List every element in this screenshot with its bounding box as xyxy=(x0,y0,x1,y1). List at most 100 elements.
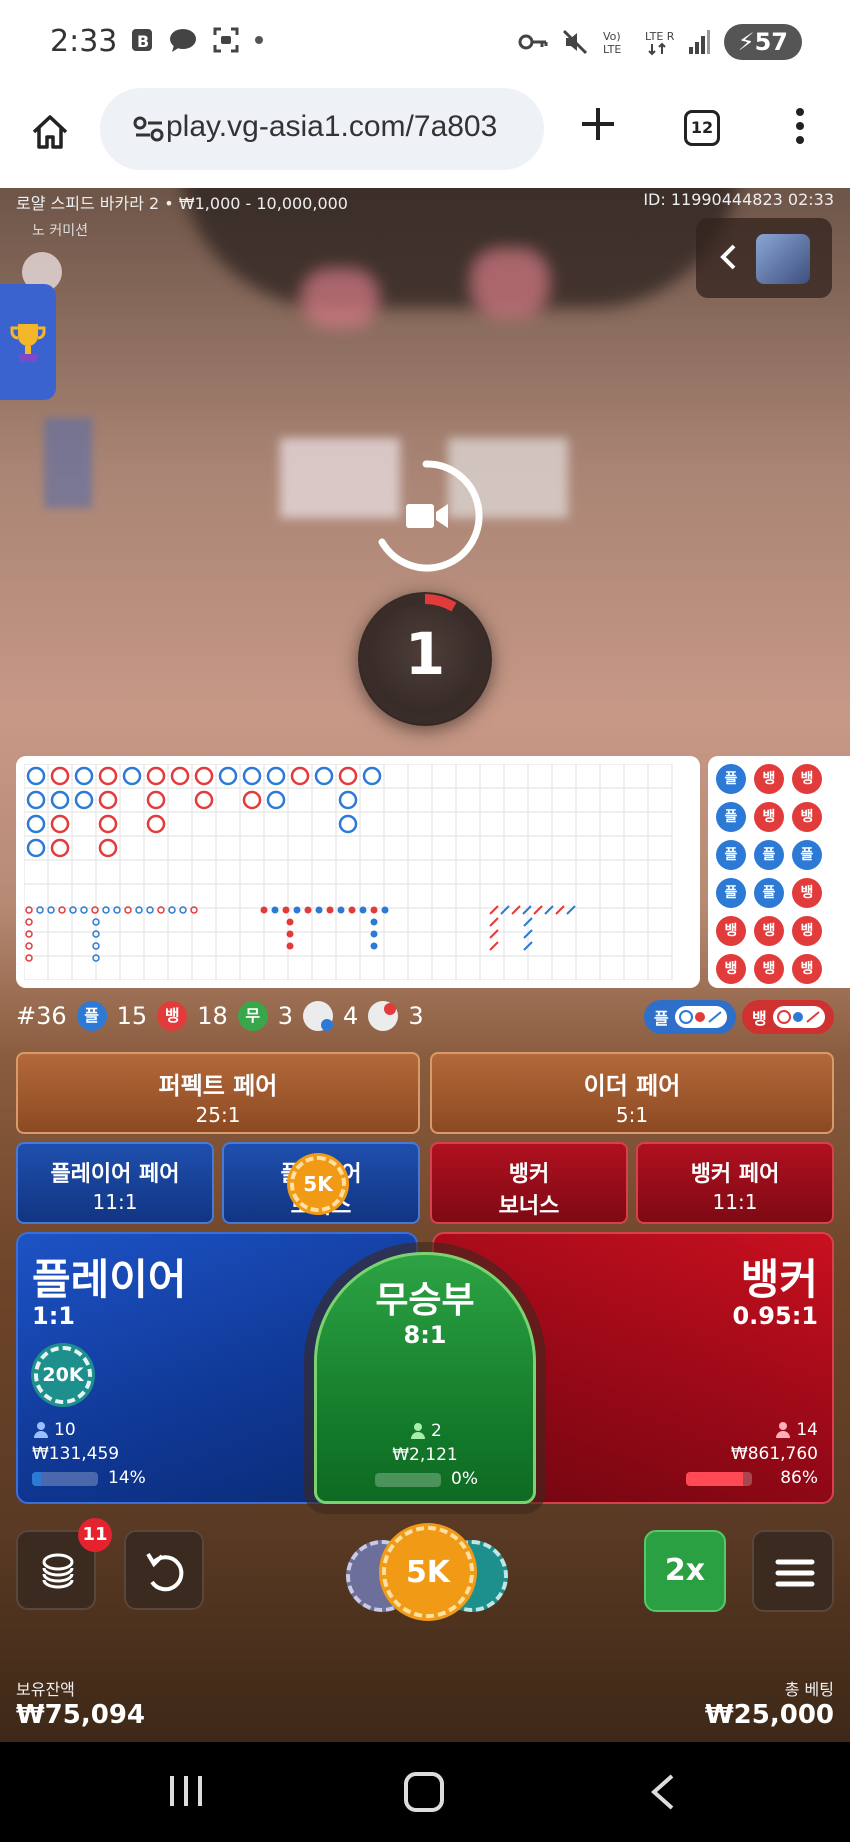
banker-wins-badge: 뱅 xyxy=(157,1001,188,1031)
table-thumbnail[interactable] xyxy=(756,234,810,284)
big-road-mark xyxy=(98,838,118,858)
bet-share-bar xyxy=(375,1473,441,1487)
derived-road-mark xyxy=(500,905,510,915)
bettor-count: 2 xyxy=(411,1421,442,1441)
big-road-mark xyxy=(146,814,166,834)
table-switcher[interactable] xyxy=(696,218,832,298)
recent-apps-icon[interactable] xyxy=(168,1774,204,1808)
leaderboard-tab[interactable] xyxy=(0,284,56,400)
bet-odds: 0.95:1 xyxy=(732,1302,818,1330)
bead-road-scoreboard[interactable]: 플플플플뱅뱅뱅뱅플플뱅뱅뱅뱅플뱅뱅뱅 xyxy=(708,756,850,988)
bet-odds: 11:1 xyxy=(712,1190,758,1214)
bet-odds: 25:1 xyxy=(195,1103,241,1127)
chevron-left-icon xyxy=(720,244,736,270)
placed-chip: 5K xyxy=(290,1156,346,1212)
big-road-scoreboard[interactable] xyxy=(16,756,700,988)
bead-result: 플 xyxy=(754,840,784,870)
svg-text:B: B xyxy=(137,32,149,51)
tab-switcher-button[interactable]: 12 xyxy=(684,110,720,146)
bead-result: 뱅 xyxy=(754,802,784,832)
predict-player-button[interactable]: 플 xyxy=(644,1000,736,1034)
status-notification-icons: B xyxy=(130,26,264,54)
either-pair-bet[interactable]: 이더 페어 5:1 xyxy=(430,1052,834,1134)
bead-result: 뱅 xyxy=(792,916,822,946)
status-bar: 2:33 B Vo) LTE LTE R ⚡57 xyxy=(0,0,850,88)
double-bet-button[interactable]: 2x xyxy=(644,1530,726,1612)
derived-road-mark xyxy=(286,942,294,950)
baccarat-game: 로얄 스피드 바카라 2 • ₩1,000 - 10,000,000 노 커미션… xyxy=(0,188,850,1742)
derived-road-mark xyxy=(293,906,301,914)
more-options-icon[interactable] xyxy=(790,106,810,146)
bettor-count-value: 10 xyxy=(54,1420,76,1440)
bet-odds: 5:1 xyxy=(615,1103,649,1127)
derived-road-mark xyxy=(370,930,378,938)
tie-bet[interactable]: 무승부 8:1 2 ₩2,121 0% xyxy=(314,1252,536,1504)
dot-icon xyxy=(255,36,263,44)
player-pair-icon xyxy=(303,1001,334,1031)
derived-road-mark xyxy=(522,905,532,915)
player-bonus-bet[interactable]: 플레이어 보너스 5K xyxy=(222,1142,420,1224)
bet-label: 플레이어 xyxy=(32,1255,187,1304)
derived-road-mark xyxy=(260,906,268,914)
banker-pair-bet[interactable]: 뱅커 페어 11:1 xyxy=(636,1142,834,1224)
bead-result: 뱅 xyxy=(754,764,784,794)
b-app-icon: B xyxy=(132,29,152,51)
bead-result: 플 xyxy=(716,802,746,832)
address-bar[interactable]: play.vg-asia1.com/7a803 xyxy=(100,88,544,170)
big-road-mark xyxy=(146,790,166,810)
derived-road-mark xyxy=(25,918,33,926)
big-road-mark xyxy=(338,790,358,810)
big-road-mark xyxy=(290,766,310,786)
banker-bonus-bet[interactable]: 뱅커 보너스 xyxy=(430,1142,628,1224)
game-menu-button[interactable] xyxy=(752,1530,834,1612)
undo-icon xyxy=(146,1552,184,1592)
back-icon[interactable] xyxy=(648,1772,676,1812)
derived-road-mark xyxy=(286,918,294,926)
trophy-icon xyxy=(10,324,46,362)
new-tab-icon[interactable] xyxy=(578,104,618,144)
predict-pattern-icon xyxy=(772,1006,825,1028)
big-road-mark xyxy=(26,790,46,810)
mute-icon xyxy=(562,29,587,55)
bettor-count: 14 xyxy=(776,1420,818,1440)
undo-button[interactable] xyxy=(124,1530,204,1610)
bead-result: 플 xyxy=(716,878,746,908)
balance-label: 보유잔액 xyxy=(16,1680,75,1699)
lte-icon: LTE R xyxy=(645,30,674,56)
predict-banker-button[interactable]: 뱅 xyxy=(742,1000,834,1034)
player-pair-count: 4 xyxy=(343,1002,359,1030)
big-road-mark xyxy=(266,766,286,786)
derived-road-mark xyxy=(489,941,499,951)
player-pair-bet[interactable]: 플레이어 페어 11:1 xyxy=(16,1142,214,1224)
bet-share-percent: 86% xyxy=(780,1468,818,1488)
hamburger-icon xyxy=(775,1559,815,1587)
browser-toolbar: play.vg-asia1.com/7a803 12 xyxy=(0,88,850,188)
bet-odds: 8:1 xyxy=(403,1321,447,1349)
selected-chip[interactable]: 5K xyxy=(382,1526,474,1618)
battery-indicator: ⚡57 xyxy=(723,24,802,60)
perfect-pair-bet[interactable]: 퍼펙트 페어 25:1 xyxy=(16,1052,420,1134)
derived-road-mark xyxy=(381,906,389,914)
screenshot-icon xyxy=(213,27,239,53)
status-system-icons: Vo) LTE LTE R ⚡57 xyxy=(518,24,802,60)
chip-count-badge: 11 xyxy=(78,1518,112,1552)
video-hand-blur xyxy=(300,268,380,328)
derived-road-mark xyxy=(370,906,378,914)
predict-banker-label: 뱅 xyxy=(752,1009,767,1028)
round-id: ID: 11990444823 02:33 xyxy=(643,190,834,209)
home-icon[interactable] xyxy=(28,110,72,154)
bead-result: 뱅 xyxy=(716,916,746,946)
bet-share-percent: 14% xyxy=(108,1468,146,1488)
total-bet-value: ₩25,000 xyxy=(704,1700,834,1730)
bet-label: 뱅커 xyxy=(740,1255,818,1304)
big-road-mark xyxy=(26,838,46,858)
derived-road-mark xyxy=(286,930,294,938)
bet-label: 뱅커 xyxy=(508,1162,550,1187)
home-nav-icon[interactable] xyxy=(404,1772,444,1812)
round-number: #36 xyxy=(16,1002,67,1030)
site-settings-icon[interactable] xyxy=(132,112,166,146)
banker-pair-count: 3 xyxy=(408,1002,424,1030)
big-road-mark xyxy=(362,766,382,786)
svg-text:Vo): Vo) xyxy=(603,30,621,43)
derived-road-mark xyxy=(271,906,279,914)
